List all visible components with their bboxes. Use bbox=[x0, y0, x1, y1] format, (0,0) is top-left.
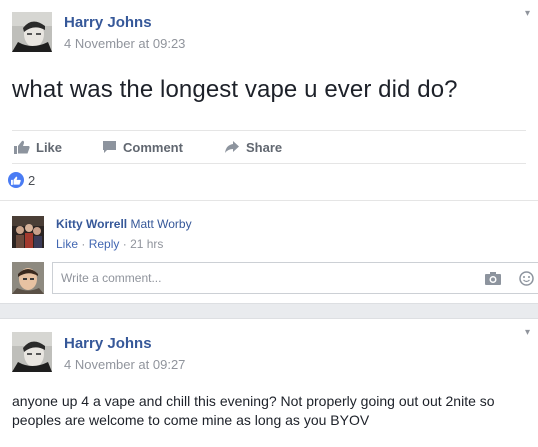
author-avatar[interactable] bbox=[12, 332, 52, 372]
chevron-down-icon[interactable]: ▾ bbox=[525, 327, 530, 338]
comment-label: Comment bbox=[123, 139, 183, 155]
commenter-avatar[interactable] bbox=[12, 216, 44, 248]
like-count: 2 bbox=[28, 172, 36, 188]
author-avatar[interactable] bbox=[12, 12, 52, 52]
post-card: Harry Johns 4 November at 09:23 ▾ what w… bbox=[0, 0, 538, 304]
share-button[interactable]: Share bbox=[224, 131, 282, 163]
comment-time[interactable]: 21 hrs bbox=[130, 237, 163, 251]
current-user-avatar[interactable] bbox=[12, 262, 44, 294]
camera-icon[interactable] bbox=[485, 272, 501, 285]
author-name[interactable]: Harry Johns bbox=[64, 14, 152, 31]
comment-header: Kitty Worrell Matt Worby bbox=[56, 217, 192, 231]
separator: · bbox=[81, 237, 86, 251]
share-arrow-icon bbox=[225, 141, 239, 153]
commenter-name[interactable]: Kitty Worrell bbox=[56, 217, 127, 231]
like-summary[interactable]: 2 bbox=[8, 172, 35, 188]
post-timestamp[interactable]: 4 November at 09:27 bbox=[64, 357, 185, 372]
post-text: what was the longest vape u ever did do? bbox=[12, 76, 458, 103]
thumbs-up-icon bbox=[14, 140, 30, 154]
post-text: anyone up 4 a vape and chill this evenin… bbox=[12, 393, 495, 428]
tagged-user[interactable]: Matt Worby bbox=[130, 217, 191, 231]
comment-reply-link[interactable]: Reply bbox=[89, 237, 120, 251]
comment-button[interactable]: Comment bbox=[102, 131, 183, 163]
author-name[interactable]: Harry Johns bbox=[64, 335, 152, 352]
comment-input[interactable] bbox=[61, 263, 461, 293]
speech-bubble-icon bbox=[103, 141, 116, 153]
post-actions-bar: Like Comment Share bbox=[12, 130, 526, 164]
divider bbox=[0, 200, 538, 201]
share-label: Share bbox=[246, 139, 283, 155]
like-badge-icon bbox=[8, 172, 24, 188]
comment-like-link[interactable]: Like bbox=[56, 237, 78, 251]
post-timestamp[interactable]: 4 November at 09:23 bbox=[64, 36, 185, 51]
like-button[interactable]: Like bbox=[14, 131, 62, 163]
smiley-icon[interactable] bbox=[519, 271, 534, 286]
comment-composer bbox=[52, 262, 538, 294]
comment-meta: Like · Reply · 21 hrs bbox=[56, 237, 163, 251]
chevron-down-icon[interactable]: ▾ bbox=[525, 8, 530, 19]
like-label: Like bbox=[36, 139, 63, 155]
separator: · bbox=[122, 237, 127, 251]
